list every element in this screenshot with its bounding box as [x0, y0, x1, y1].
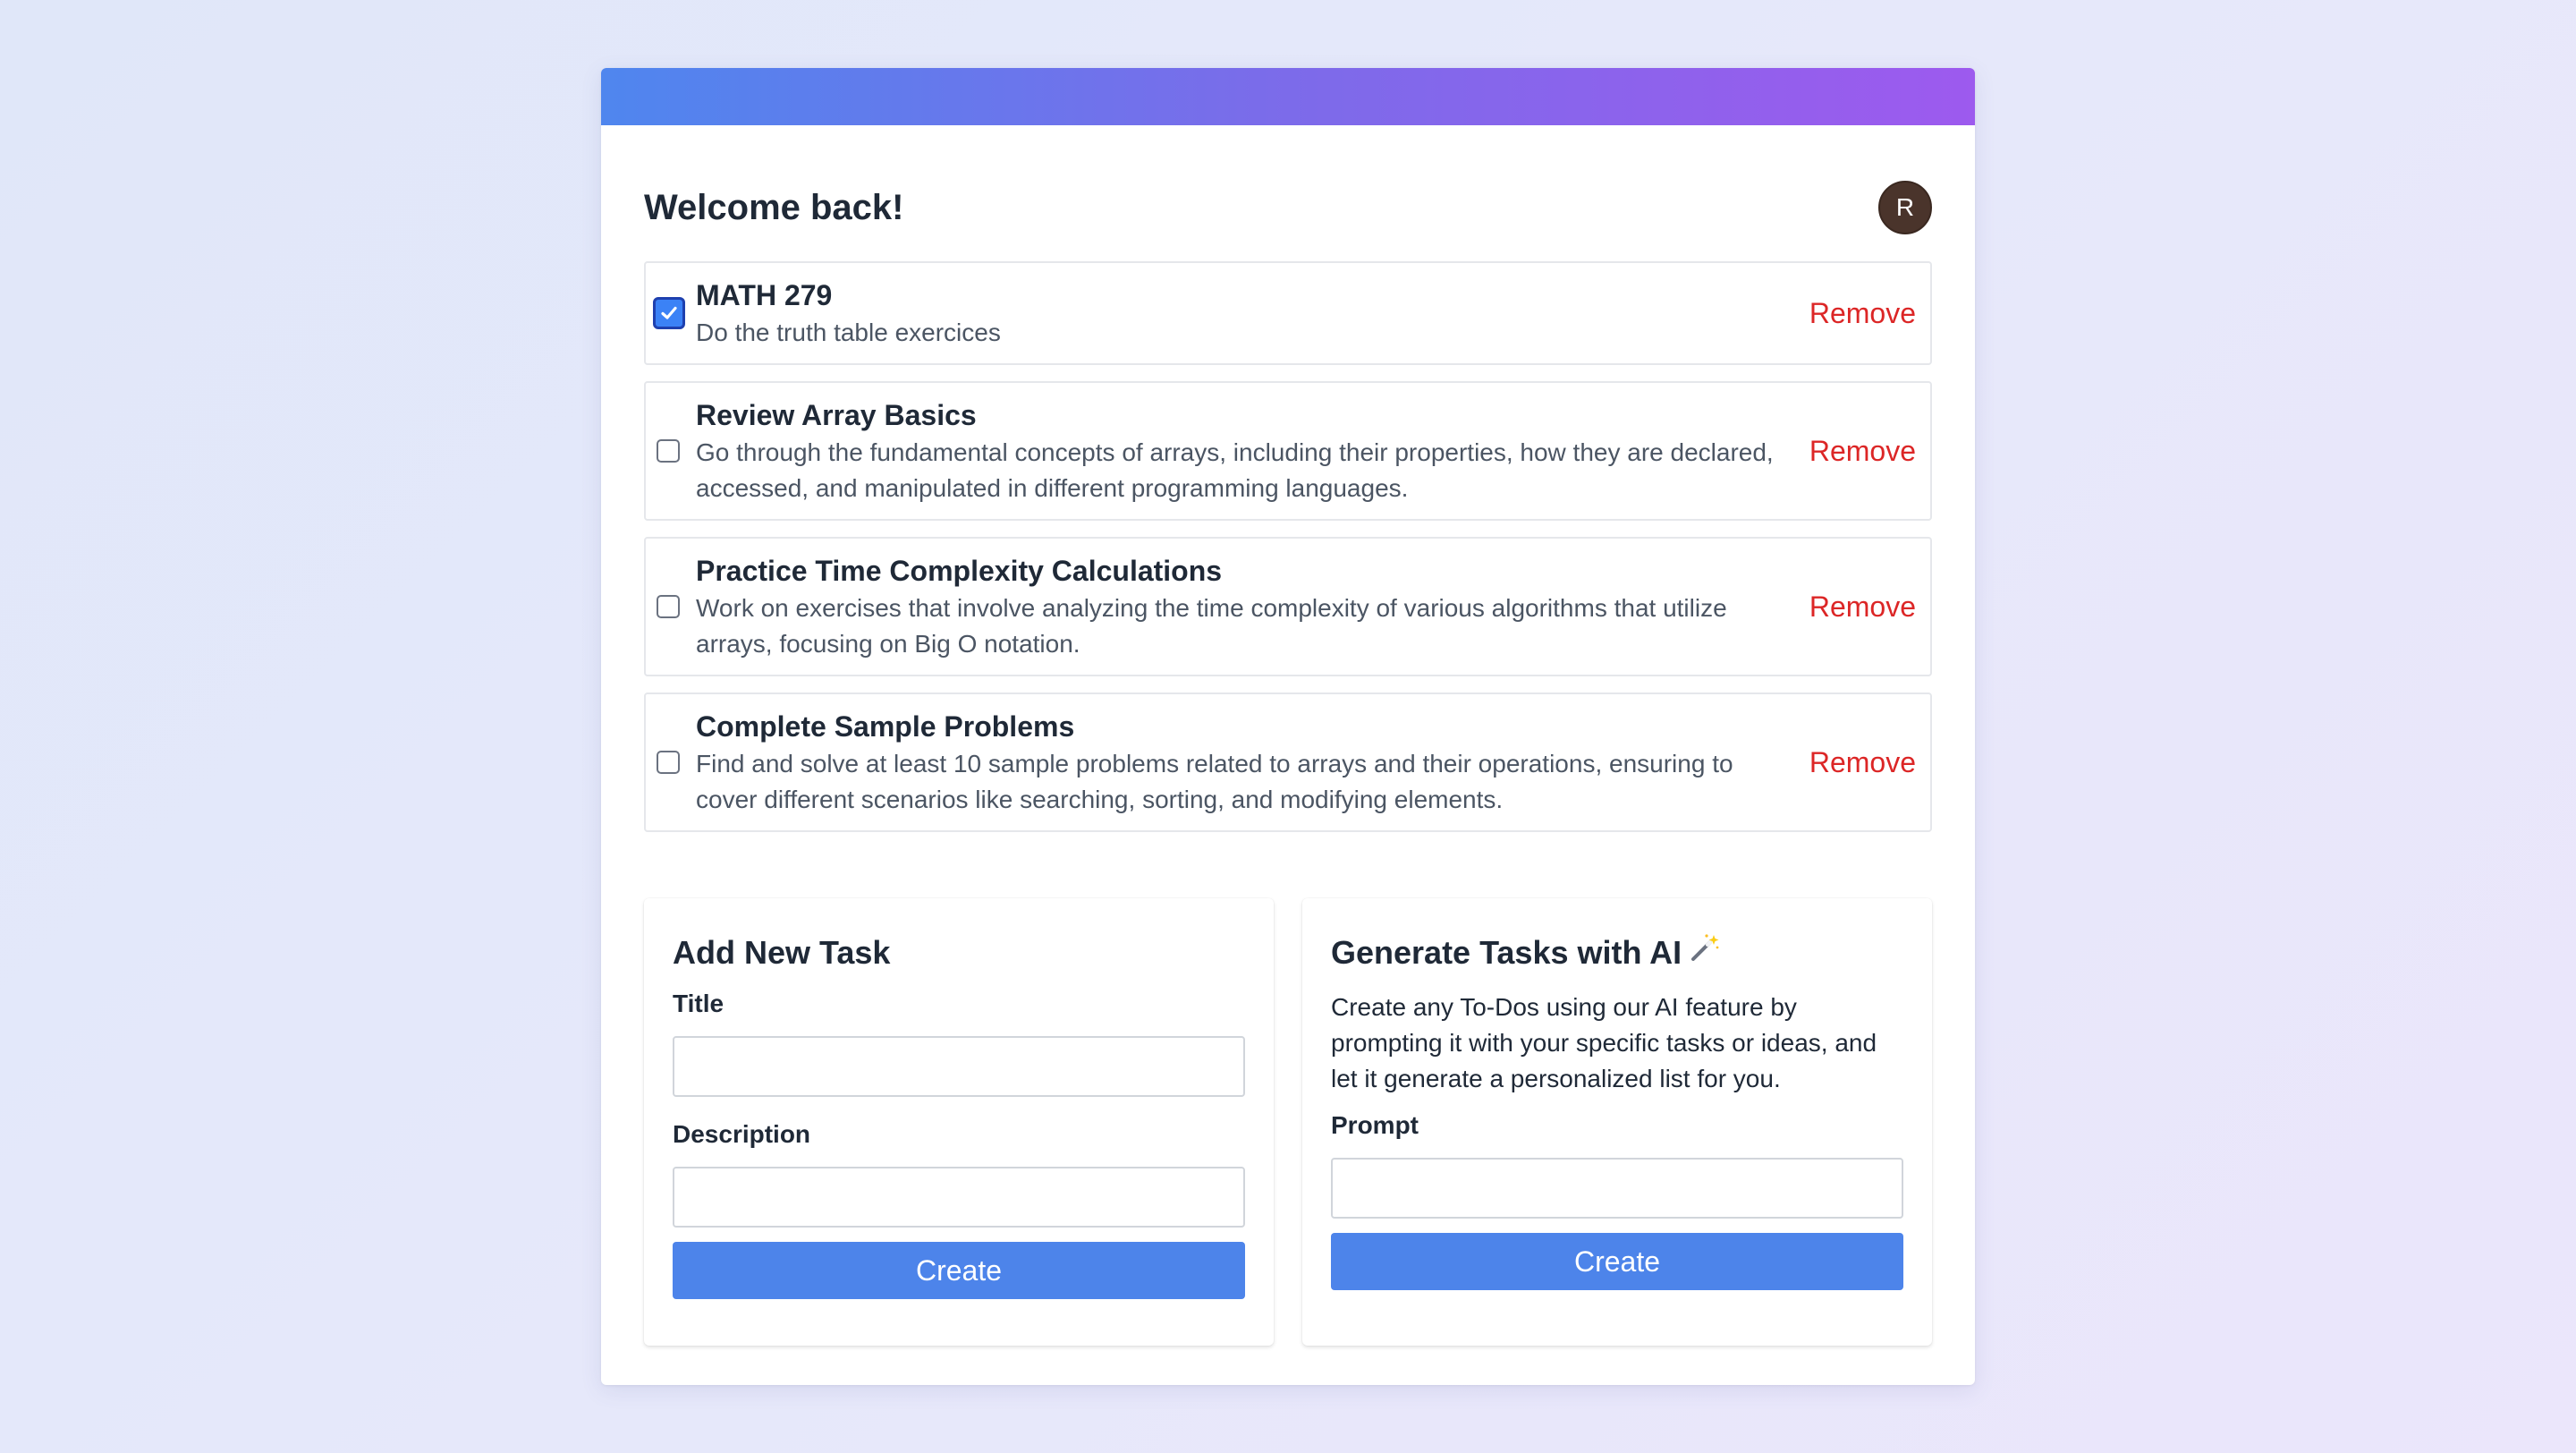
task-title: MATH 279 — [696, 279, 833, 311]
ai-generate-panel: Generate Tasks with AI Create any To-Dos… — [1302, 898, 1932, 1346]
task-checkbox[interactable] — [653, 297, 685, 329]
task-description: Do the truth table exercices — [696, 319, 1001, 346]
task-content: Practice Time Complexity Calculations Wo… — [696, 551, 1809, 662]
generate-create-button[interactable]: Create — [1331, 1233, 1903, 1290]
task-description: Find and solve at least 10 sample proble… — [696, 750, 1733, 813]
task-content: MATH 279 Do the truth table exercices — [696, 276, 1809, 351]
task-list: MATH 279 Do the truth table exercices Re… — [644, 261, 1932, 848]
task-title: Practice Time Complexity Calculations — [696, 555, 1223, 587]
title-label: Title — [673, 990, 724, 1017]
task-description: Go through the fundamental concepts of a… — [696, 438, 1774, 502]
title-input[interactable] — [673, 1036, 1245, 1097]
ai-panel-title: Generate Tasks with AI — [1331, 934, 1682, 971]
remove-button[interactable]: Remove — [1809, 297, 1916, 330]
checkmark-icon — [661, 306, 677, 319]
remove-button[interactable]: Remove — [1809, 591, 1916, 624]
remove-button[interactable]: Remove — [1809, 435, 1916, 468]
task-item: Practice Time Complexity Calculations Wo… — [644, 537, 1932, 676]
task-item: MATH 279 Do the truth table exercices Re… — [644, 261, 1932, 365]
page-title: Welcome back! — [644, 187, 904, 227]
description-label: Description — [673, 1120, 811, 1148]
magic-wand-icon — [1689, 929, 1721, 977]
task-checkbox[interactable] — [657, 439, 680, 463]
task-title: Complete Sample Problems — [696, 710, 1075, 743]
prompt-label: Prompt — [1331, 1111, 1419, 1139]
task-checkbox[interactable] — [657, 595, 680, 618]
prompt-input[interactable] — [1331, 1158, 1903, 1219]
ai-panel-header: Generate Tasks with AI — [1331, 929, 1903, 977]
ai-description: Create any To-Dos using our AI feature b… — [1331, 993, 1877, 1092]
welcome-header: Welcome back! R — [644, 168, 1932, 247]
avatar[interactable]: R — [1878, 181, 1932, 234]
task-title: Review Array Basics — [696, 399, 977, 431]
add-task-panel: Add New Task Title Description Create — [644, 898, 1274, 1346]
add-task-title: Add New Task — [673, 934, 891, 971]
todo-card: Welcome back! R MATH 279 Do the truth ta… — [601, 68, 1975, 1385]
task-item: Complete Sample Problems Find and solve … — [644, 693, 1932, 832]
gradient-header-bar — [601, 68, 1975, 125]
create-task-button[interactable]: Create — [673, 1242, 1245, 1299]
remove-button[interactable]: Remove — [1809, 746, 1916, 779]
description-input[interactable] — [673, 1167, 1245, 1228]
task-content: Review Array Basics Go through the funda… — [696, 395, 1809, 506]
task-checkbox[interactable] — [657, 751, 680, 774]
task-item: Review Array Basics Go through the funda… — [644, 381, 1932, 521]
task-content: Complete Sample Problems Find and solve … — [696, 707, 1809, 818]
task-description: Work on exercises that involve analyzing… — [696, 594, 1727, 658]
